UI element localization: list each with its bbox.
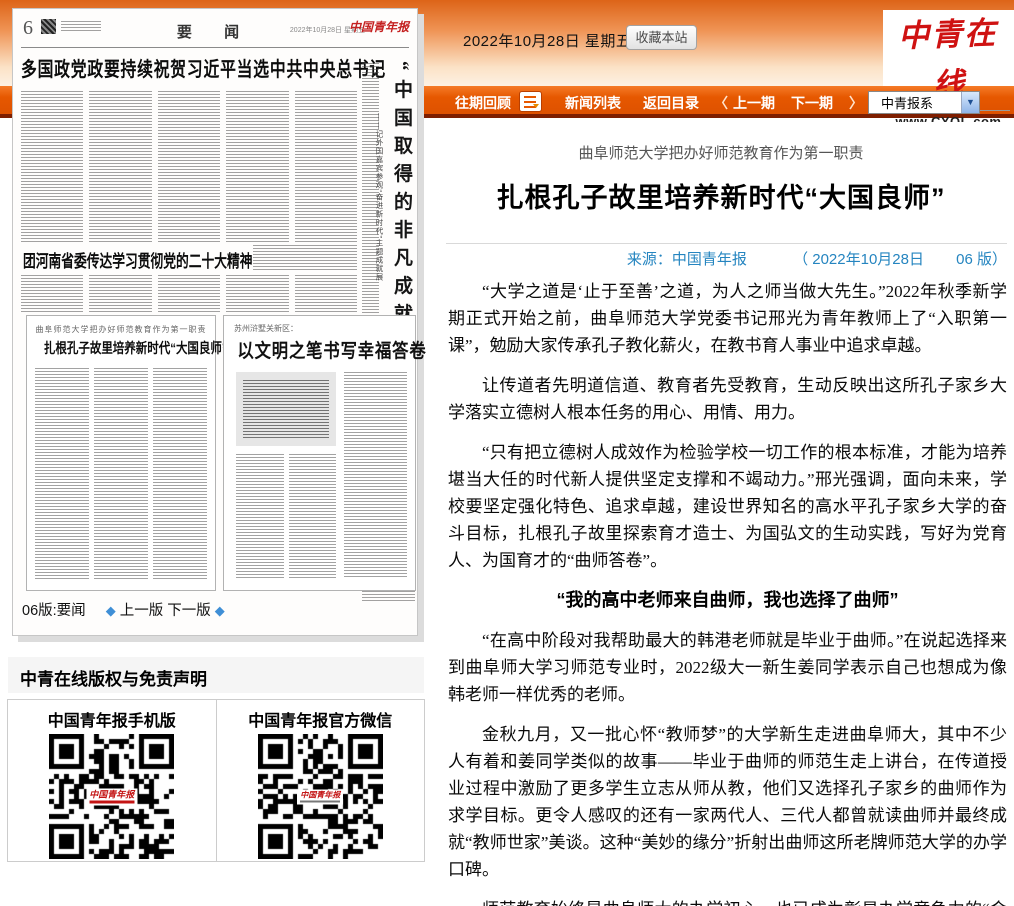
box2-columns-right [344,372,407,578]
paragraph: “只有把立德树人成效作为检验学校一切工作的根本标准，才能为培养堪当大任的时代新人… [448,439,1007,574]
next-page-diamond-icon: ◆ [215,603,225,618]
paragraph: 让传道者先明道信道、教育者先受教育，生动反映出这所孔子家乡大学落实立德树人根本任… [448,372,1007,426]
chevron-down-icon[interactable]: ▼ [961,92,979,113]
qr-wechat-holder: 中国青年报 [258,734,383,859]
favorite-site-button[interactable]: 收藏本站 [626,25,697,50]
next-bracket-icon: 〉 [849,93,863,113]
site-logo-panel[interactable]: 中青在线 www.CYOL.com [883,10,1014,86]
box1-headline: 扎根孔子故里培养新时代“大国良师” [44,338,198,358]
page-label: 06版:要闻 [22,603,86,619]
newspaper-topbar: 6 要 闻 2022年10月28日 星期五 中国青年报 [21,17,409,45]
newspaper-rule [21,47,409,48]
newspaper-filler-text [253,245,357,271]
paragraph: 金秋九月，又一批心怀“教师梦”的大学新生走进曲阜师大，其中不少人有着和姜同学类似… [448,721,1007,883]
source-name[interactable]: 来源：中国青年报 [627,251,747,268]
newspaper-masthead: 中国青年报 [349,18,409,35]
article-source-line: 来源：中国青年报 （ 2022年10月28日 06 版） [627,248,1007,269]
issue-list-icon[interactable] [519,91,542,112]
copyright-band: 中青在线版权与免责声明 [8,657,424,693]
box2-kicker: 苏州浒墅关新区： [234,323,415,334]
newspaper-columns-mid [21,275,357,313]
qr-cell-mobile: 中国青年报手机版 中国青年报 [8,700,217,861]
newspaper-box-article-2: 苏州浒墅关新区： 以文明之笔书写幸福答卷 [223,315,416,591]
newspaper-barcode-icon [41,19,56,34]
box1-kicker: 曲阜师范大学把办好师范教育作为第一职责 [27,324,215,335]
paragraph: “大学之道是‘止于至善’之道，为人之师当做大先生。”2022年秋季新学期正式开始… [448,278,1007,359]
box2-intro-box [236,372,336,446]
box2-columns-left [236,454,336,578]
prev-page-diamond-icon: ◆ [106,603,116,618]
paragraph: 师范教育始终是曲阜师大的办学初心，也已成为彰显办学竞争力的“金字”招牌。多年来，… [448,896,1007,906]
article-title: 扎根孔子故里培养新时代“大国良师” [428,176,1014,215]
qr-mobile-holder: 中国青年报 [49,734,174,859]
article-divider [446,243,1007,244]
newspaper-section-name: 要 闻 [177,21,253,42]
article-panel: 曲阜师范大学把办好师范教育作为第一职责 扎根孔子故里培养新时代“大国良师” 来源… [428,122,1014,906]
newspaper-box-article-1: 曲阜师范大学把办好师范教育作为第一职责 扎根孔子故里培养新时代“大国良师” [26,315,216,591]
article-subhead: “我的高中老师来自曲师，我也选择了曲师” [448,587,1007,614]
nav-previous-issue[interactable]: 上一期 [733,93,775,113]
prev-page-link[interactable]: 上一版 [120,603,164,619]
current-date: 2022年10月28日 星期五 [463,30,631,51]
box1-columns [35,368,207,580]
newspaper-second-headline: 团河南省委传达学习贯彻党的二十大精神 [23,247,248,272]
select-value: 中青报系 [869,93,961,112]
nav-news-list[interactable]: 新闻列表 [565,93,621,113]
qr-mobile-logo: 中国青年报 [86,788,137,805]
article-body: “大学之道是‘止于至善’之道，为人之师当做大先生。”2022年秋季新学期正式开始… [448,278,1007,906]
newspaper-top-headline: 多国政党政要持续祝贺习近平当选中共中央总书记 [21,53,353,82]
nav-past-issues[interactable]: 往期回顾 [455,93,511,113]
newspaper-page-preview: 6 要 闻 2022年10月28日 星期五 中国青年报 多国政党政要持续祝贺习近… [12,8,418,636]
source-date: （ 2022年10月28日 [793,251,924,268]
cyol-newspaper-page: 2022年10月28日 星期五 收藏本站 中青在线 www.CYOL.com 往… [0,0,1014,906]
page-navigation: 06版:要闻 ◆ 上一版 下一版 ◆ [22,599,225,620]
box2-headline: 以文明之笔书写幸福答卷 [237,336,401,363]
nav-back-to-contents[interactable]: 返回目录 [643,93,699,113]
newspaper-issue-info [61,21,101,31]
qr-wechat-title: 中国青年报官方微信 [217,707,425,731]
newspaper-columns-top [21,91,357,243]
qr-mobile-title: 中国青年报手机版 [8,707,216,731]
newspaper-series-select[interactable]: 中青报系 ▼ [868,91,980,114]
nav-next-issue[interactable]: 下一期 [791,93,833,113]
source-page: 06 版） [956,251,1007,268]
article-kicker: 曲阜师范大学把办好师范教育作为第一职责 [428,142,1014,163]
copyright-heading: 中青在线版权与免责声明 [20,665,207,690]
paragraph: “在高中阶段对我帮助最大的韩港老师就是毕业于曲师。”在说起选择来到曲阜师大学习师… [448,627,1007,708]
qr-cell-wechat: 中国青年报官方微信 中国青年报 [217,700,425,861]
next-page-link[interactable]: 下一版 [167,603,211,619]
prev-bracket-icon: 〈 [714,93,728,113]
qr-wechat-logo: 中国青年报 [297,789,343,804]
qr-code-section: 中国青年报手机版 中国青年报 中国青年报官方微信 中国青年报 [7,699,425,862]
newspaper-page-number: 6 [23,17,33,40]
